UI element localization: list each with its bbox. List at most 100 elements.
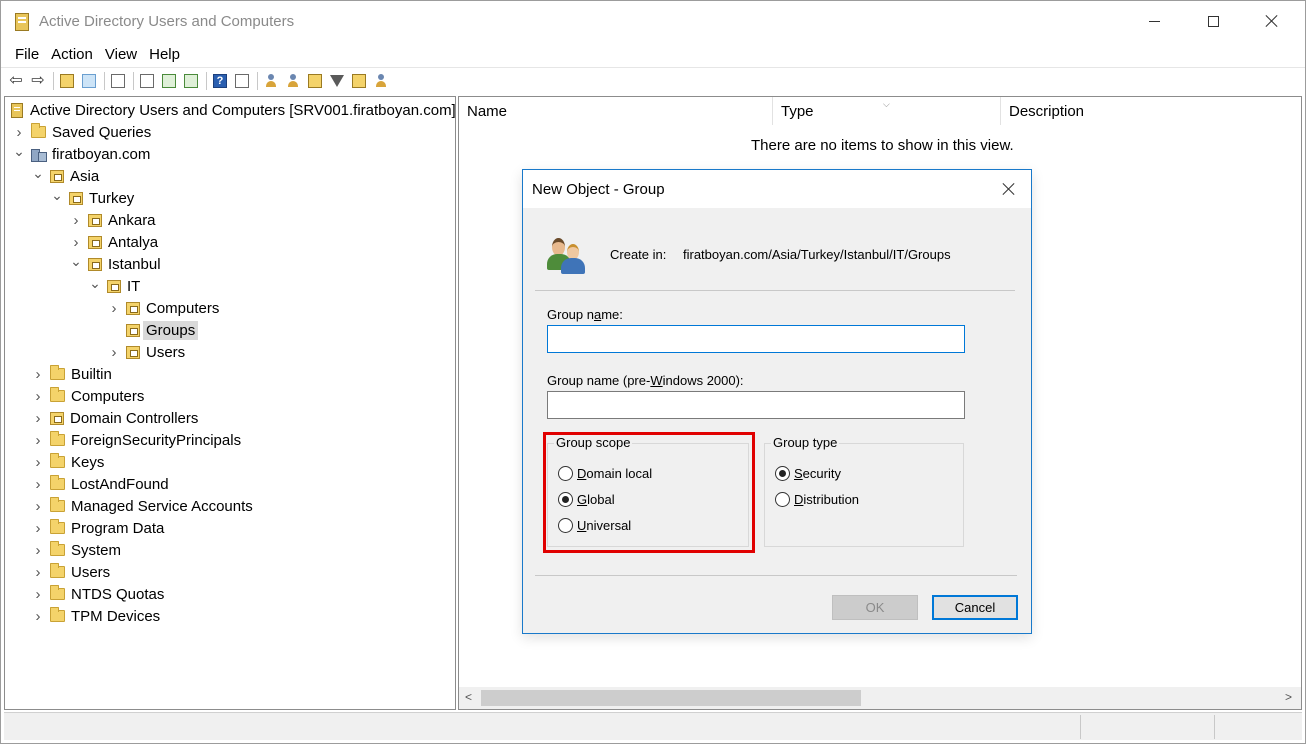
tree-item-label: firatboyan.com: [52, 145, 151, 163]
chevron-right-icon[interactable]: ›: [108, 344, 120, 361]
create-in-label: Create in:: [610, 247, 667, 262]
forward-button[interactable]: ⇨: [29, 72, 47, 90]
chevron-down-icon[interactable]: ⌄: [32, 165, 44, 181]
radio-security-indicator[interactable]: [775, 466, 790, 481]
tree-item[interactable]: › Users: [108, 341, 186, 363]
radio-distribution[interactable]: Distribution: [775, 492, 859, 507]
chevron-right-icon[interactable]: ›: [13, 124, 25, 141]
tree-item[interactable]: Groups: [108, 319, 199, 341]
chevron-right-icon[interactable]: ›: [32, 498, 44, 515]
chevron-right-icon[interactable]: ›: [32, 586, 44, 603]
chevron-down-icon[interactable]: ⌄: [89, 275, 101, 291]
radio-security[interactable]: Security: [775, 466, 841, 481]
new-user-icon: [264, 73, 278, 88]
chevron-down-icon[interactable]: ⌄: [51, 187, 63, 203]
ad-root-icon: [11, 102, 23, 118]
chevron-right-icon[interactable]: ›: [32, 410, 44, 427]
find-button[interactable]: [350, 72, 368, 90]
show-hide-tree-button[interactable]: [80, 72, 98, 90]
tree-item-label: Antalya: [108, 233, 159, 251]
tree-item[interactable]: ⌄ firatboyan.com: [13, 143, 150, 165]
chevron-down-icon[interactable]: ⌄: [13, 143, 25, 159]
filter-button[interactable]: [328, 72, 346, 90]
new-user-button[interactable]: [262, 72, 280, 90]
scroll-right-icon[interactable]: >: [1285, 690, 1292, 704]
tree-item[interactable]: › Saved Queries: [13, 121, 151, 143]
add-to-group-button[interactable]: [372, 72, 390, 90]
back-button[interactable]: ⇦: [7, 72, 25, 90]
tree-item[interactable]: › Keys: [32, 451, 104, 473]
folder-icon: [50, 431, 65, 446]
tree-item[interactable]: › Managed Service Accounts: [32, 495, 253, 517]
chevron-right-icon[interactable]: ›: [32, 476, 44, 493]
chevron-right-icon[interactable]: ›: [32, 542, 44, 559]
help-button[interactable]: ?: [211, 72, 229, 90]
chevron-right-icon[interactable]: ›: [32, 366, 44, 383]
scrollbar-thumb[interactable]: [481, 690, 861, 706]
menu-bar: File Action View Help: [1, 42, 1305, 66]
menu-action[interactable]: Action: [45, 46, 99, 63]
tree-item[interactable]: › System: [32, 539, 121, 561]
tree-item[interactable]: ⌄ Istanbul: [70, 253, 160, 275]
minimize-button[interactable]: [1125, 2, 1183, 40]
tree-item-label: Keys: [71, 453, 105, 471]
tree-item[interactable]: › Domain Controllers: [32, 407, 199, 429]
horizontal-scrollbar[interactable]: < >: [459, 687, 1301, 709]
chevron-right-icon[interactable]: ›: [32, 454, 44, 471]
close-button[interactable]: [1243, 2, 1301, 40]
clipboard-icon: [111, 73, 125, 88]
cancel-button[interactable]: Cancel: [932, 595, 1018, 620]
maximize-button[interactable]: [1184, 2, 1242, 40]
radio-distribution-indicator[interactable]: [775, 492, 790, 507]
scroll-left-icon[interactable]: <: [465, 690, 472, 704]
mmc-view-button[interactable]: [233, 72, 251, 90]
tree-item[interactable]: › Builtin: [32, 363, 112, 385]
menu-file[interactable]: File: [9, 46, 45, 63]
clipboard-button[interactable]: [109, 72, 127, 90]
chevron-right-icon[interactable]: ›: [32, 388, 44, 405]
chevron-right-icon[interactable]: ›: [32, 608, 44, 625]
tree-item[interactable]: ⌄ Asia: [32, 165, 99, 187]
chevron-right-icon[interactable]: ›: [32, 520, 44, 537]
menu-view[interactable]: View: [99, 46, 143, 63]
tree-item[interactable]: › Ankara: [70, 209, 156, 231]
ou-icon: [69, 191, 83, 205]
tree-item[interactable]: › Program Data: [32, 517, 164, 539]
chevron-right-icon[interactable]: ›: [70, 234, 82, 251]
tree-item[interactable]: › Users: [32, 561, 110, 583]
chevron-right-icon[interactable]: ›: [32, 564, 44, 581]
group-name-input[interactable]: [547, 325, 965, 353]
tree-item[interactable]: › ForeignSecurityPrincipals: [32, 429, 241, 451]
new-group-button[interactable]: [284, 72, 302, 90]
export-list-button[interactable]: [182, 72, 200, 90]
tree-item[interactable]: ⌄ Turkey: [51, 187, 134, 209]
tree-item[interactable]: ⌄ IT: [89, 275, 140, 297]
chevron-down-icon[interactable]: ⌄: [70, 253, 82, 269]
dialog-close-button[interactable]: [995, 176, 1023, 202]
tree-item[interactable]: › Computers: [32, 385, 144, 407]
dialog-title: New Object - Group: [532, 181, 665, 198]
refresh-button[interactable]: [160, 72, 178, 90]
back-arrow-icon: ⇦: [9, 71, 23, 89]
tree-root[interactable]: Active Directory Users and Computers [SR…: [11, 99, 455, 121]
tree-item[interactable]: › Antalya: [70, 231, 159, 253]
column-header-name[interactable]: Name: [459, 97, 773, 125]
chevron-right-icon[interactable]: ›: [32, 432, 44, 449]
pre-windows-2000-input[interactable]: [547, 391, 965, 419]
ou-icon: [88, 213, 102, 227]
filter-icon: [330, 74, 344, 87]
new-ou-button[interactable]: [306, 72, 324, 90]
group-name-label: Group name:: [547, 307, 623, 322]
tree-item[interactable]: › LostAndFound: [32, 473, 169, 495]
tree-item[interactable]: › TPM Devices: [32, 605, 160, 627]
app-icon: [15, 13, 29, 31]
menu-help[interactable]: Help: [143, 46, 186, 63]
properties-button[interactable]: [138, 72, 156, 90]
chevron-right-icon[interactable]: ›: [108, 300, 120, 317]
column-header-description[interactable]: Description: [1001, 97, 1301, 125]
up-level-button[interactable]: [58, 72, 76, 90]
tree-item[interactable]: › NTDS Quotas: [32, 583, 164, 605]
tree-item[interactable]: › Computers: [108, 297, 220, 319]
ok-button[interactable]: OK: [832, 595, 918, 620]
chevron-right-icon[interactable]: ›: [70, 212, 82, 229]
